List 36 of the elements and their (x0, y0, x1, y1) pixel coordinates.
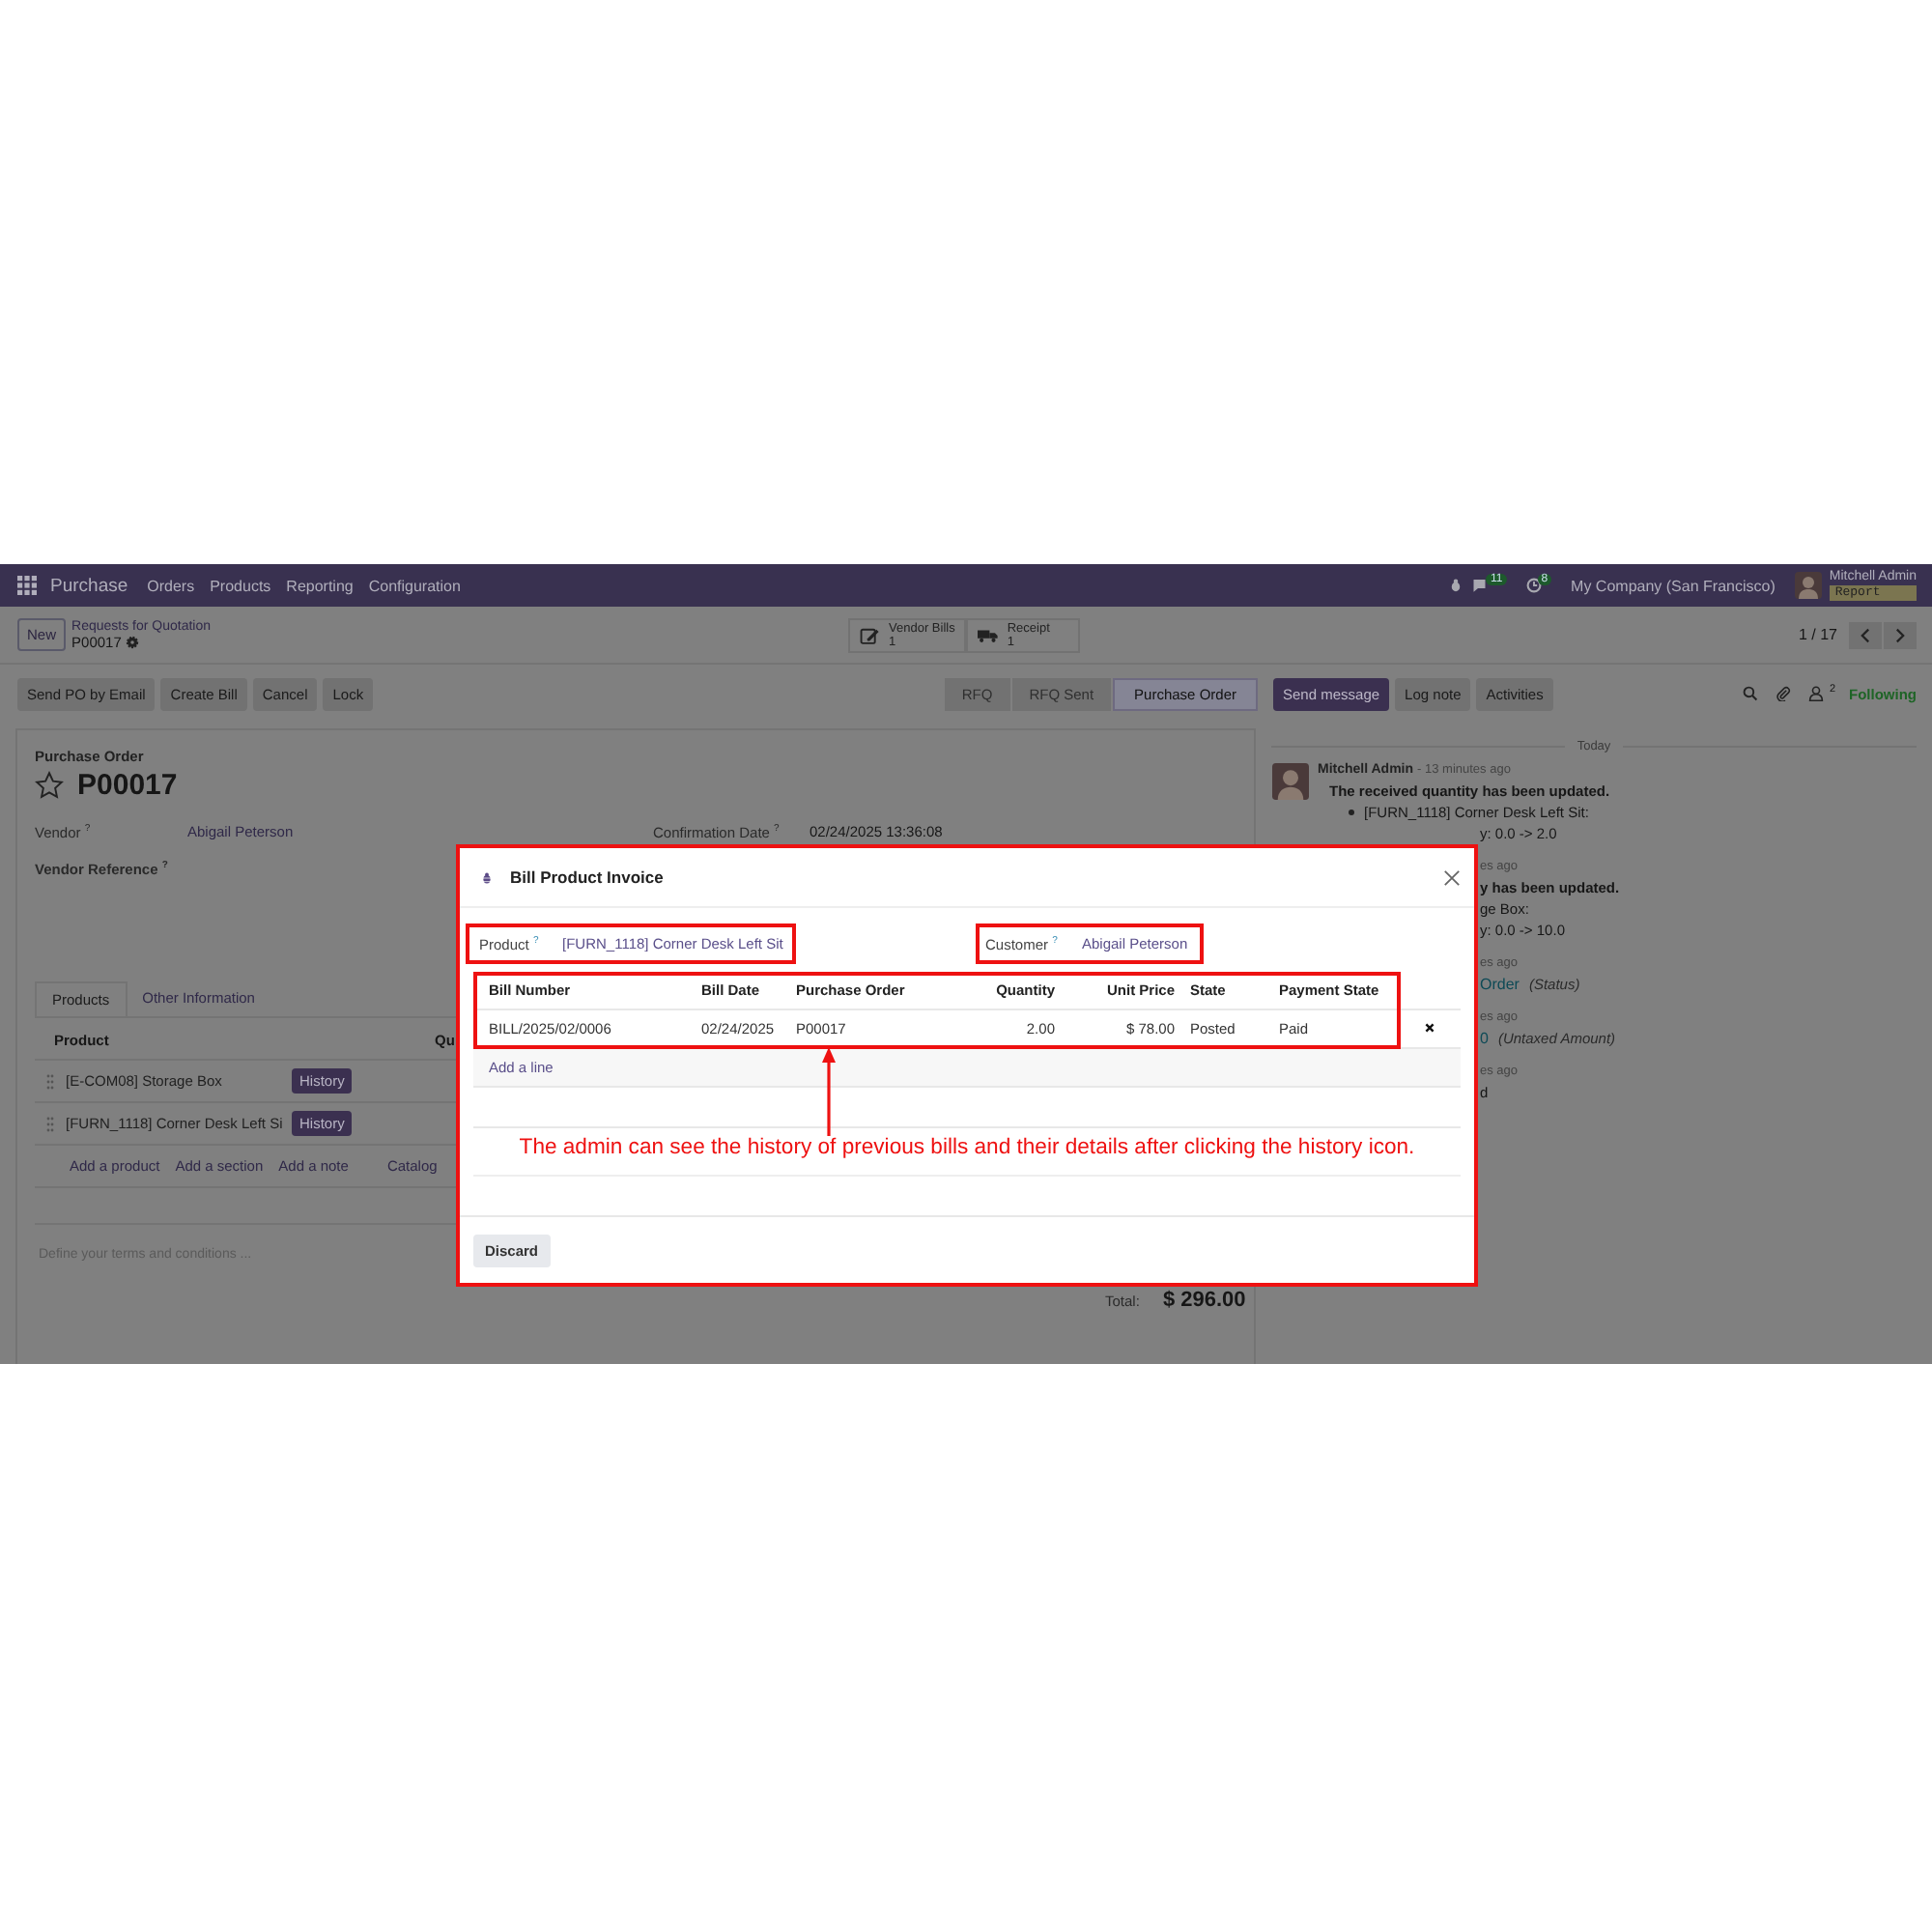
avatar-icon[interactable] (1794, 572, 1822, 599)
close-icon[interactable] (1443, 868, 1461, 886)
previous-button[interactable] (1849, 621, 1882, 648)
star-icon[interactable] (35, 771, 64, 800)
search-icon[interactable] (1742, 686, 1758, 701)
drag-handle-icon[interactable] (46, 1116, 54, 1131)
edit-icon (860, 625, 882, 644)
bug-icon (481, 870, 493, 884)
paperclip-icon[interactable] (1775, 686, 1791, 701)
app-name[interactable]: Purchase (50, 575, 128, 596)
chat-icon[interactable] (1472, 578, 1491, 593)
bug-icon[interactable] (1449, 578, 1463, 593)
menu-item[interactable]: Reporting (286, 577, 354, 594)
annotation-arrow (821, 1047, 837, 1136)
menu-item[interactable]: Products (210, 577, 271, 594)
avatar-icon (1271, 763, 1310, 800)
next-button[interactable] (1884, 621, 1917, 648)
truck-icon (978, 625, 1000, 644)
menu-item[interactable]: Orders (147, 577, 195, 594)
chevron-left-icon (1859, 627, 1872, 642)
drag-handle-icon[interactable] (46, 1073, 54, 1089)
delete-icon[interactable] (1423, 1022, 1435, 1034)
message-text: 0 (1480, 1028, 1489, 1049)
company-switcher[interactable]: My Company (San Francisco) (1571, 577, 1776, 594)
settings-icon[interactable] (125, 636, 139, 649)
chevron-right-icon (1893, 627, 1907, 642)
menu-item[interactable]: Configuration (368, 577, 461, 594)
message-text: Order (1480, 974, 1520, 995)
total-amount: $ 296.00 (1162, 1289, 1246, 1312)
order-name: P00017 (77, 769, 178, 802)
dialog-title: Bill Product Invoice (510, 867, 664, 887)
pager-value: 1 / 17 (1798, 626, 1837, 643)
apps-icon[interactable] (17, 576, 37, 595)
clock-icon[interactable] (1525, 578, 1542, 593)
person-icon[interactable] (1807, 686, 1824, 701)
annotation-text: The admin can see the history of previous bills and their details after clicking the history icon. (519, 1136, 1415, 1163)
